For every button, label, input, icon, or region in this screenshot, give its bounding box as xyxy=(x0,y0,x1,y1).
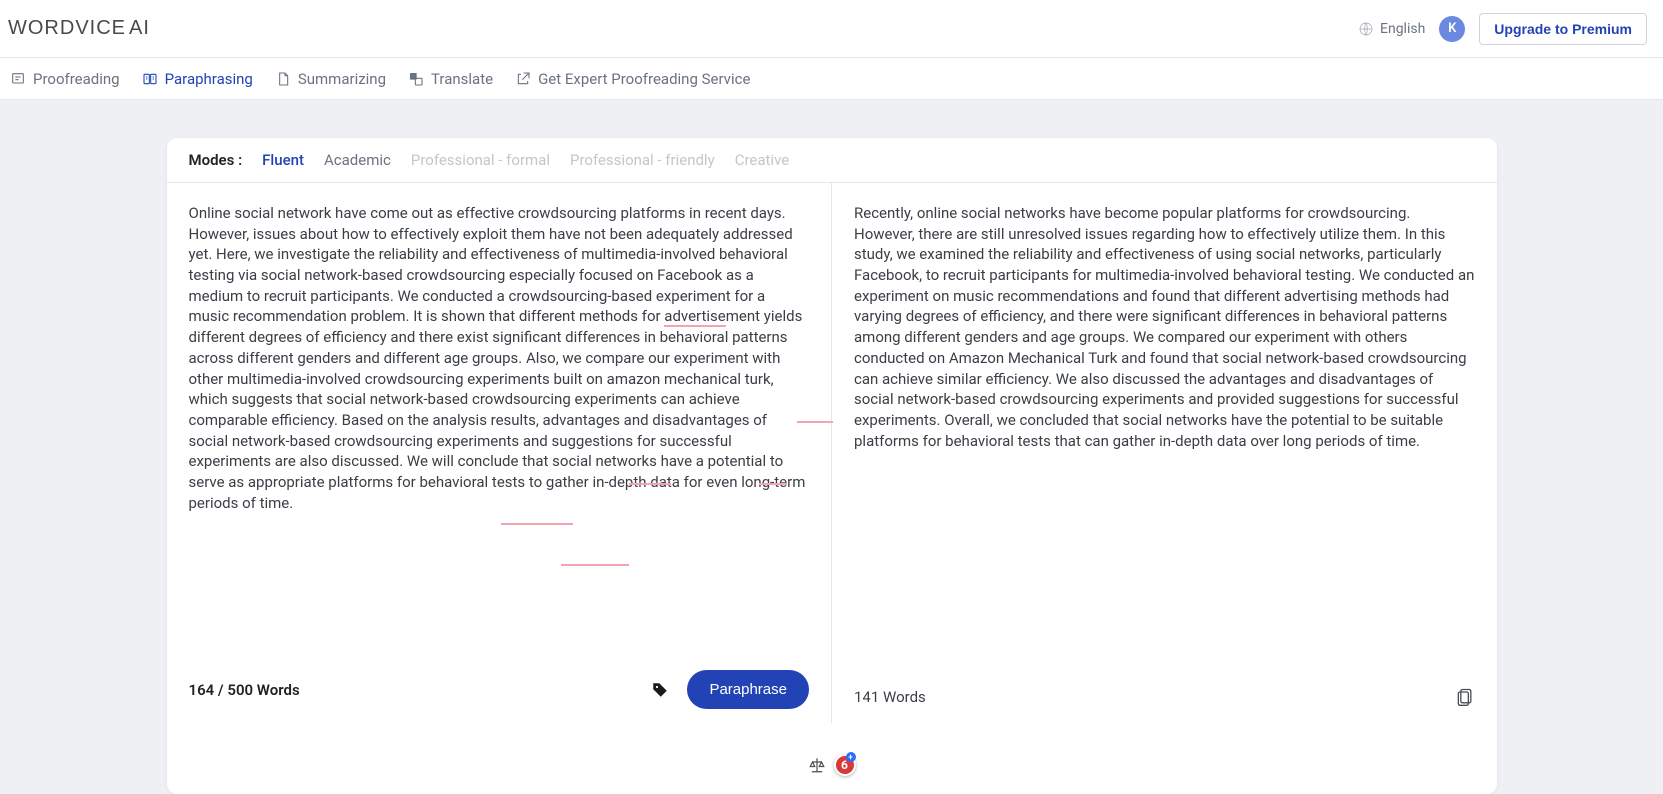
logo-suffix: AI xyxy=(129,17,150,40)
globe-icon xyxy=(1358,21,1374,37)
mode-academic[interactable]: Academic xyxy=(324,151,391,169)
paraphrase-icon xyxy=(142,71,158,87)
logo[interactable]: WORDVICEAI xyxy=(8,17,150,40)
input-text-after: ment yields different degrees of efficie… xyxy=(189,307,806,511)
badge-count: 6 xyxy=(841,758,848,772)
nav-translate[interactable]: Translate xyxy=(408,70,493,88)
copy-icon[interactable] xyxy=(1455,685,1475,709)
nav-proofreading[interactable]: Proofreading xyxy=(10,70,120,88)
tag-icon[interactable] xyxy=(651,681,669,699)
input-word-count: 164 / 500 Words xyxy=(189,681,300,699)
mode-pro-friendly[interactable]: Professional - friendly xyxy=(570,151,715,169)
nav-summarizing-label: Summarizing xyxy=(298,70,386,88)
mode-pro-formal[interactable]: Professional - formal xyxy=(411,151,550,169)
input-footer: 164 / 500 Words Paraphrase xyxy=(189,658,810,709)
output-panel: Recently, online social networks have be… xyxy=(832,183,1497,723)
mode-creative[interactable]: Creative xyxy=(735,151,790,169)
nav-translate-label: Translate xyxy=(431,70,493,88)
language-label: English xyxy=(1380,21,1425,37)
output-footer-actions xyxy=(1455,685,1475,709)
modes-label: Modes : xyxy=(189,151,243,169)
notification-badge[interactable]: 6 xyxy=(834,754,856,776)
translate-icon xyxy=(408,71,424,87)
avatar[interactable]: K xyxy=(1439,16,1465,42)
input-text-flagged: advertise xyxy=(664,307,725,327)
input-text[interactable]: Online social network have come out as e… xyxy=(189,203,810,658)
paraphrase-button[interactable]: Paraphrase xyxy=(687,670,809,709)
summarize-icon xyxy=(275,71,291,87)
input-footer-actions: Paraphrase xyxy=(651,670,809,709)
output-word-count: 141 Words xyxy=(854,688,926,706)
modes-row: Modes : Fluent Academic Professional - f… xyxy=(167,138,1497,183)
main-card: Modes : Fluent Academic Professional - f… xyxy=(167,138,1497,794)
nav-paraphrasing[interactable]: Paraphrasing xyxy=(142,70,253,88)
output-text[interactable]: Recently, online social networks have be… xyxy=(854,203,1475,673)
nav-expert-label: Get Expert Proofreading Service xyxy=(538,70,750,88)
nav-summarizing[interactable]: Summarizing xyxy=(275,70,386,88)
logo-main: WORDVICE xyxy=(8,17,126,40)
input-panel: Online social network have come out as e… xyxy=(167,183,833,723)
upgrade-button[interactable]: Upgrade to Premium xyxy=(1479,13,1647,45)
nav-bar: Proofreading Paraphrasing Summarizing Tr… xyxy=(0,58,1663,100)
language-selector[interactable]: English xyxy=(1358,21,1425,37)
floating-widgets: 6 xyxy=(808,754,856,776)
nav-paraphrasing-label: Paraphrasing xyxy=(165,70,253,88)
mode-fluent[interactable]: Fluent xyxy=(262,151,304,169)
balance-scale-icon[interactable] xyxy=(808,756,826,774)
workspace: Modes : Fluent Academic Professional - f… xyxy=(0,100,1663,794)
nav-expert[interactable]: Get Expert Proofreading Service xyxy=(515,70,750,88)
output-footer: 141 Words xyxy=(854,673,1475,709)
external-link-icon xyxy=(515,71,531,87)
document-check-icon xyxy=(10,71,26,87)
nav-proofreading-label: Proofreading xyxy=(33,70,120,88)
top-header: WORDVICEAI English K Upgrade to Premium xyxy=(0,0,1663,58)
avatar-initial: K xyxy=(1448,21,1456,36)
header-right: English K Upgrade to Premium xyxy=(1358,13,1647,45)
panels: Online social network have come out as e… xyxy=(167,183,1497,723)
